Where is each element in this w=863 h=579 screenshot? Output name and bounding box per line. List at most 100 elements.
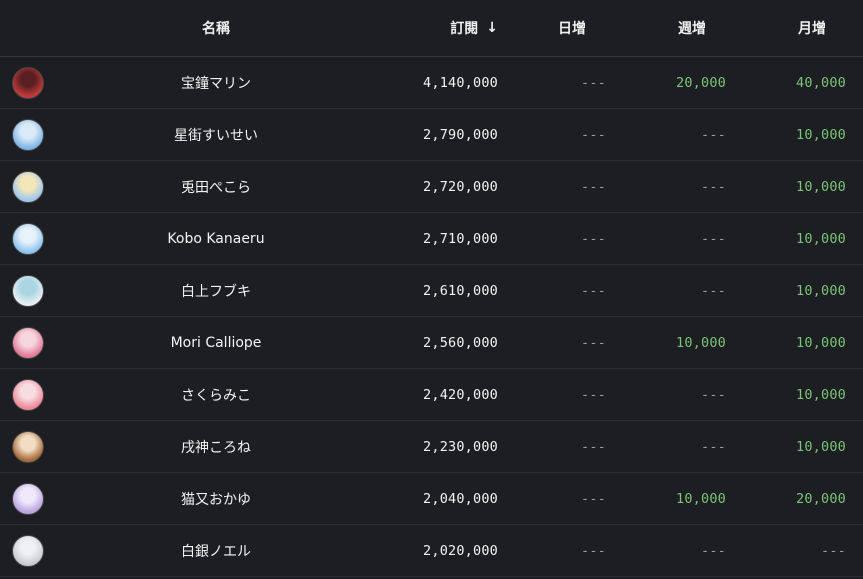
name-cell: 星街すいせい: [56, 109, 376, 160]
month-increase-cell-text: 10,000: [796, 230, 846, 247]
column-header-day-label: 日增: [558, 21, 586, 37]
week-increase-cell-text: 20,000: [676, 74, 726, 91]
avatar[interactable]: [12, 430, 44, 463]
table-row[interactable]: 星街すいせい 2,790,000 --- --- 10,000: [0, 109, 863, 161]
week-increase-cell-text: 10,000: [676, 334, 726, 351]
subs-cell: 2,790,000: [376, 109, 498, 160]
subs-cell: 2,040,000: [376, 473, 498, 524]
name-cell-text: 星街すいせい: [174, 127, 258, 144]
table-row[interactable]: 宝鐘マリン 4,140,000 --- 20,000 40,000: [0, 57, 863, 109]
avatar-cell: [0, 473, 56, 524]
subs-cell: 2,720,000: [376, 161, 498, 212]
subs-cell-text: 2,420,000: [423, 386, 498, 403]
month-increase-cell-text: 10,000: [796, 126, 846, 143]
name-cell-text: 猫又おかゆ: [181, 491, 251, 508]
avatar[interactable]: [12, 222, 44, 255]
month-increase-cell-text: 10,000: [796, 438, 846, 455]
day-increase-cell-text: ---: [581, 230, 606, 247]
avatar[interactable]: [12, 170, 44, 203]
day-increase-cell: ---: [498, 265, 606, 316]
avatar-cell: [0, 525, 56, 576]
table-row[interactable]: さくらみこ 2,420,000 --- --- 10,000: [0, 369, 863, 421]
day-increase-cell: ---: [498, 161, 606, 212]
column-header-name-label: 名稱: [202, 21, 230, 37]
name-cell-text: 白上フブキ: [181, 283, 251, 300]
subs-cell: 4,140,000: [376, 57, 498, 108]
avatar-cell: [0, 57, 56, 108]
subs-cell: 2,230,000: [376, 421, 498, 472]
day-increase-cell: ---: [498, 525, 606, 576]
week-increase-cell: 10,000: [606, 473, 726, 524]
name-cell-text: 戌神ころね: [181, 439, 251, 456]
day-increase-cell-text: ---: [581, 334, 606, 351]
name-cell: 戌神ころね: [56, 421, 376, 472]
subs-cell-text: 2,040,000: [423, 490, 498, 507]
subs-cell-text: 2,710,000: [423, 230, 498, 247]
column-header-day[interactable]: 日增: [530, 0, 614, 56]
avatar[interactable]: [12, 378, 44, 411]
avatar-cell: [0, 161, 56, 212]
table-body: 宝鐘マリン 4,140,000 --- 20,000 40,000 星街すいせい 2,790…: [0, 57, 863, 577]
day-increase-cell: ---: [498, 421, 606, 472]
month-increase-cell-text: 10,000: [796, 178, 846, 195]
name-cell: 白上フブキ: [56, 265, 376, 316]
name-cell-text: 白銀ノエル: [181, 543, 251, 560]
name-cell: 白銀ノエル: [56, 525, 376, 576]
day-increase-cell: ---: [498, 109, 606, 160]
avatar-cell: [0, 213, 56, 264]
week-increase-cell-text: ---: [701, 178, 726, 195]
day-increase-cell: ---: [498, 57, 606, 108]
table-row[interactable]: 白銀ノエル 2,020,000 --- --- ---: [0, 525, 863, 577]
subs-cell-text: 2,790,000: [423, 126, 498, 143]
avatar[interactable]: [12, 534, 44, 567]
column-header-week[interactable]: 週增: [650, 0, 734, 56]
avatar[interactable]: [12, 274, 44, 307]
avatar-cell: [0, 109, 56, 160]
name-cell: 宝鐘マリン: [56, 57, 376, 108]
avatar-cell: [0, 369, 56, 420]
column-header-subs-label: 訂閱: [450, 21, 479, 37]
month-increase-cell: ---: [726, 525, 846, 576]
subs-cell-text: 2,560,000: [423, 334, 498, 351]
day-increase-cell-text: ---: [581, 386, 606, 403]
subs-cell-text: 2,720,000: [423, 178, 498, 195]
avatar[interactable]: [12, 66, 44, 99]
week-increase-cell: ---: [606, 109, 726, 160]
table-row[interactable]: 戌神ころね 2,230,000 --- --- 10,000: [0, 421, 863, 473]
month-increase-cell-text: 10,000: [796, 386, 846, 403]
week-increase-cell-text: ---: [701, 230, 726, 247]
week-increase-cell: 20,000: [606, 57, 726, 108]
name-cell: 兎田ぺこら: [56, 161, 376, 212]
subs-cell: 2,020,000: [376, 525, 498, 576]
week-increase-cell: 10,000: [606, 317, 726, 368]
table-row[interactable]: Mori Calliope 2,560,000 --- 10,000 10,000: [0, 317, 863, 369]
week-increase-cell-text: ---: [701, 282, 726, 299]
table-row[interactable]: Kobo Kanaeru 2,710,000 --- --- 10,000: [0, 213, 863, 265]
table-row[interactable]: 兎田ぺこら 2,720,000 --- --- 10,000: [0, 161, 863, 213]
avatar[interactable]: [12, 482, 44, 515]
month-increase-cell-text: 10,000: [796, 282, 846, 299]
week-increase-cell-text: ---: [701, 438, 726, 455]
arrow-down-icon[interactable]: ↓: [486, 20, 498, 36]
day-increase-cell-text: ---: [581, 542, 606, 559]
subs-cell-text: 2,610,000: [423, 282, 498, 299]
avatar[interactable]: [12, 118, 44, 151]
avatar[interactable]: [12, 326, 44, 359]
column-header-name[interactable]: 名稱: [56, 0, 376, 56]
month-increase-cell: 20,000: [726, 473, 846, 524]
subs-cell-text: 2,020,000: [423, 542, 498, 559]
month-increase-cell-text: ---: [821, 542, 846, 559]
day-increase-cell: ---: [498, 369, 606, 420]
month-increase-cell: 10,000: [726, 265, 846, 316]
table-row[interactable]: 白上フブキ 2,610,000 --- --- 10,000: [0, 265, 863, 317]
name-cell: Mori Calliope: [56, 317, 376, 368]
column-header-subs[interactable]: 訂閱 ↓: [376, 0, 498, 56]
subs-cell: 2,420,000: [376, 369, 498, 420]
column-header-month[interactable]: 月增: [770, 0, 854, 56]
month-increase-cell-text: 20,000: [796, 490, 846, 507]
avatar-cell: [0, 421, 56, 472]
week-increase-cell: ---: [606, 525, 726, 576]
name-cell-text: さくらみこ: [181, 387, 251, 404]
month-increase-cell: 10,000: [726, 161, 846, 212]
table-row[interactable]: 猫又おかゆ 2,040,000 --- 10,000 20,000: [0, 473, 863, 525]
